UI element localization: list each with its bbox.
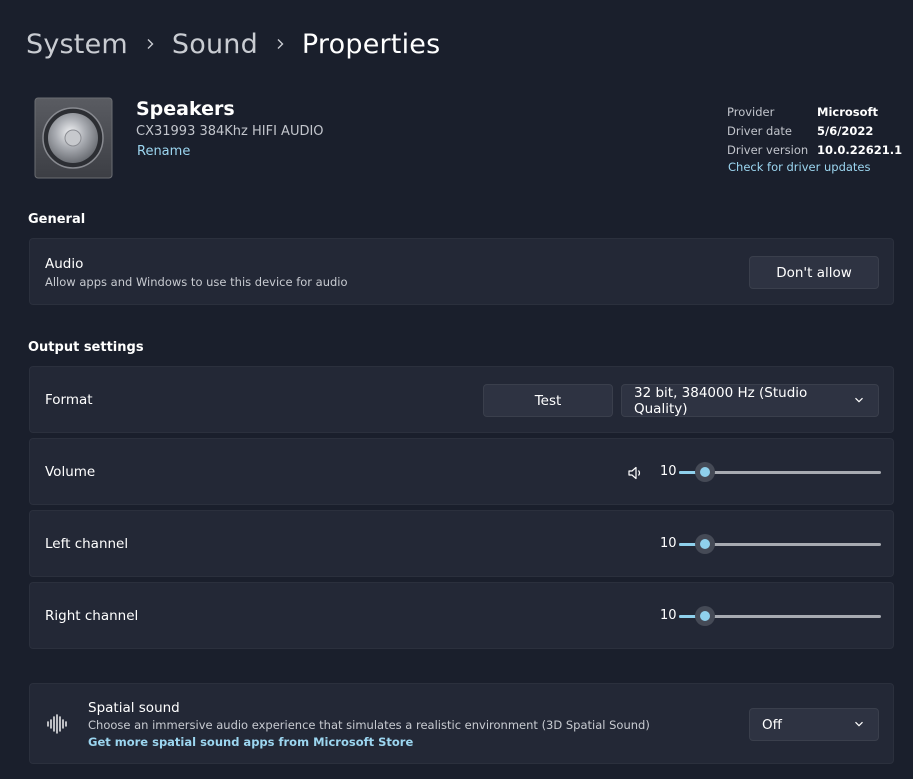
right-channel-card: Right channel 10 [29, 582, 894, 649]
spatial-sound-select[interactable]: Off [749, 708, 879, 741]
format-label: Format [45, 392, 93, 408]
format-select-value: 32 bit, 384000 Hz (Studio Quality) [634, 384, 808, 417]
chevron-right-icon [128, 38, 172, 50]
volume-label: Volume [45, 464, 96, 480]
speaker-volume-icon[interactable] [627, 465, 643, 481]
driver-info: Provider Microsoft Driver date 5/6/2022 … [727, 102, 902, 159]
chevron-down-icon [854, 717, 864, 733]
left-channel-card: Left channel 10 [29, 510, 894, 577]
driver-row-provider: Provider Microsoft [727, 102, 902, 121]
driver-row-version: Driver version 10.0.22621.1 [727, 140, 902, 159]
spatial-sound-card: Spatial sound Choose an immersive audio … [29, 683, 894, 764]
breadcrumb-system[interactable]: System [26, 29, 128, 60]
driver-value: Microsoft [817, 104, 879, 119]
chevron-down-icon [854, 393, 864, 409]
device-name: Speakers [136, 98, 235, 120]
dont-allow-button[interactable]: Don't allow [749, 256, 879, 289]
chevron-right-icon [258, 38, 302, 50]
format-select[interactable]: 32 bit, 384000 Hz (Studio Quality) [621, 384, 879, 417]
breadcrumb: System Sound Properties [26, 24, 440, 64]
section-title-output: Output settings [28, 340, 144, 355]
right-channel-value: 10 [660, 608, 677, 623]
left-channel-value: 10 [660, 536, 677, 551]
page-title: Properties [301, 28, 441, 60]
audio-description: Allow apps and Windows to use this devic… [45, 275, 348, 289]
driver-key: Driver date [727, 123, 792, 138]
spatial-sound-icon [46, 714, 68, 734]
driver-row-date: Driver date 5/6/2022 [727, 121, 902, 140]
slider-thumb[interactable] [695, 534, 716, 554]
audio-card: Audio Allow apps and Windows to use this… [29, 238, 894, 305]
check-driver-updates-link[interactable]: Check for driver updates [728, 160, 871, 174]
audio-label: Audio [45, 256, 84, 272]
driver-value: 10.0.22621.1 [817, 142, 903, 157]
spatial-sound-label: Spatial sound [88, 700, 180, 716]
spatial-sound-description: Choose an immersive audio experience tha… [88, 718, 650, 732]
slider-thumb[interactable] [695, 462, 716, 482]
volume-slider[interactable] [679, 462, 881, 482]
section-title-general: General [28, 212, 86, 227]
breadcrumb-sound[interactable]: Sound [172, 29, 258, 60]
spatial-select-value: Off [762, 716, 782, 733]
driver-value: 5/6/2022 [817, 123, 874, 138]
driver-key: Provider [727, 104, 775, 119]
left-channel-label: Left channel [45, 536, 129, 552]
speaker-icon [34, 97, 114, 179]
slider-thumb[interactable] [695, 606, 716, 626]
test-button[interactable]: Test [483, 384, 613, 417]
rename-link[interactable]: Rename [137, 144, 190, 159]
right-channel-label: Right channel [45, 608, 139, 624]
format-card: Format Test 32 bit, 384000 Hz (Studio Qu… [29, 366, 894, 433]
left-channel-slider[interactable] [679, 534, 881, 554]
right-channel-slider[interactable] [679, 606, 881, 626]
volume-value: 10 [660, 464, 677, 479]
volume-card: Volume 10 [29, 438, 894, 505]
driver-key: Driver version [727, 142, 809, 157]
microsoft-store-link[interactable]: Get more spatial sound apps from Microso… [88, 735, 413, 749]
device-model: CX31993 384Khz HIFI AUDIO [136, 124, 324, 139]
